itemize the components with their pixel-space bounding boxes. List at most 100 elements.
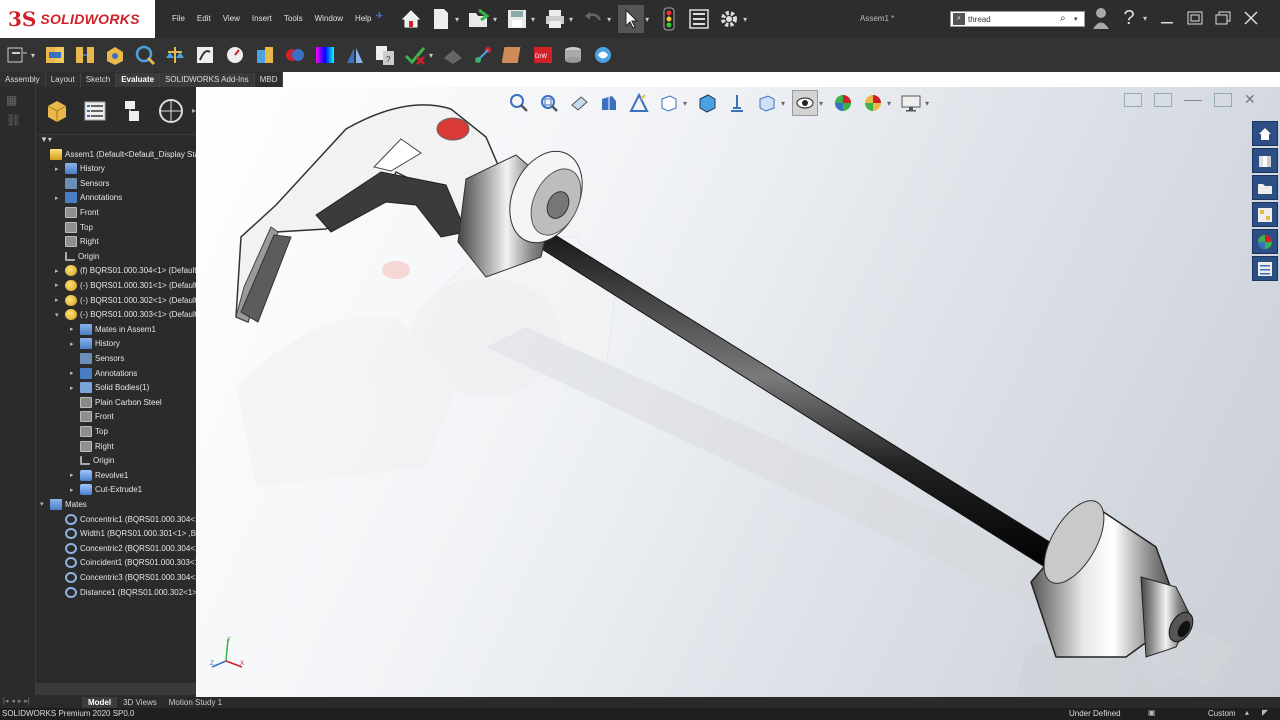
open-dropdown-icon[interactable]: ▾	[493, 15, 497, 24]
tab-model[interactable]: Model	[82, 697, 118, 708]
tree-node[interactable]: Assem1 (Default<Default_Display State-	[40, 147, 208, 161]
open-document-icon[interactable]	[466, 5, 492, 33]
symmetry-check-icon[interactable]	[342, 41, 368, 69]
expand-arrow-icon[interactable]: ▸	[70, 369, 80, 377]
file-properties-icon[interactable]	[686, 5, 712, 33]
tree-node[interactable]: Concentric2 (BQRS01.000.304<1	[55, 541, 199, 555]
undo-icon[interactable]	[580, 5, 606, 33]
tree-node[interactable]: ▸ (f) BQRS01.000.304<1> (Default<<D	[55, 264, 212, 278]
tab-assembly[interactable]: Assembly	[0, 73, 46, 87]
edit-appearance-icon[interactable]	[754, 90, 780, 116]
tile-windows-icon[interactable]	[1212, 6, 1234, 30]
tab-solidworks-add-ins[interactable]: SOLIDWORKS Add-Ins	[160, 73, 255, 87]
select-cursor-icon[interactable]	[618, 5, 645, 33]
clearance-verification-icon[interactable]	[72, 41, 98, 69]
tree-node[interactable]: ▸ History	[70, 337, 120, 351]
tree-node[interactable]: ▸ (-) BQRS01.000.301<1> (Default<<D	[55, 278, 212, 292]
new-dropdown-icon[interactable]: ▾	[455, 15, 459, 24]
prev-tab-icon[interactable]: ◂	[11, 697, 15, 708]
tree-node[interactable]: Front	[55, 205, 99, 219]
tree-node[interactable]: ▾ Mates	[40, 497, 87, 511]
expand-arrow-icon[interactable]: ▸	[55, 267, 65, 275]
search-input[interactable]	[965, 12, 1060, 26]
tree-filter-icon[interactable]: ▼▾	[36, 135, 196, 147]
tree-node[interactable]: Right	[55, 235, 99, 249]
status-units[interactable]: Custom	[1208, 709, 1236, 718]
dimxpert-tab-icon[interactable]	[154, 94, 188, 128]
menu-tools[interactable]: Tools	[278, 12, 309, 25]
hide-show-items-icon[interactable]	[724, 90, 750, 116]
tree-node[interactable]: Coincident1 (BQRS01.000.303<1	[55, 556, 199, 570]
zoom-to-area-icon[interactable]	[536, 90, 562, 116]
display-style-icon[interactable]	[694, 90, 720, 116]
first-tab-icon[interactable]: |◂	[3, 697, 8, 708]
minimize-icon[interactable]	[1156, 6, 1178, 30]
monitor-display-icon[interactable]	[898, 90, 924, 116]
select-dropdown-icon[interactable]: ▾	[645, 15, 649, 24]
expand-arrow-icon[interactable]: ▸	[70, 486, 80, 494]
expand-arrow-icon[interactable]: ▸	[55, 194, 65, 202]
section-view-icon[interactable]	[596, 90, 622, 116]
eye-dropdown-icon[interactable]: ▾	[819, 99, 823, 108]
monitor-dropdown-icon[interactable]: ▾	[925, 99, 929, 108]
expand-arrow-icon[interactable]: ▸	[55, 296, 65, 304]
tab-evaluate[interactable]: Evaluate	[116, 73, 161, 87]
compare-documents-icon[interactable]: ?	[372, 41, 398, 69]
solidworks-logo[interactable]: 3S SOLIDWORKS	[0, 0, 155, 38]
view-orientation-dropdown-icon[interactable]: ▾	[683, 99, 687, 108]
menu-edit[interactable]: Edit	[191, 12, 217, 25]
tab-motion-study-1[interactable]: Motion Study 1	[163, 697, 228, 708]
drawworks-icon[interactable]: DrW	[530, 41, 556, 69]
interference-detection-icon[interactable]	[42, 41, 68, 69]
simulation-xpress-icon[interactable]	[470, 41, 496, 69]
file-explorer-icon[interactable]	[1252, 175, 1278, 200]
apply-scene-icon[interactable]	[830, 90, 856, 116]
tree-node[interactable]: ▾ (-) BQRS01.000.303<1> (Default<<D	[55, 308, 212, 322]
graphics-area[interactable]: ▾ ▾ ▾ ▾ ▾ ✕ Y X Z	[196, 87, 1280, 697]
user-account-icon[interactable]	[1090, 6, 1112, 30]
menu-file[interactable]: File	[166, 12, 191, 25]
performance-evaluation-icon[interactable]	[222, 41, 248, 69]
tree-node[interactable]: Concentric1 (BQRS01.000.304<1	[55, 512, 199, 526]
tab-scroll-arrows[interactable]: |◂ ◂ ▸ ▸|	[0, 697, 82, 708]
rebuild-traffic-light-icon[interactable]	[656, 5, 682, 33]
check-dropdown-icon[interactable]: ▾	[429, 51, 433, 60]
tree-node[interactable]: Origin	[55, 249, 99, 263]
dynamic-annotation-views-icon[interactable]	[626, 90, 652, 116]
pin-menu-icon[interactable]: ✈	[375, 11, 383, 22]
tree-node[interactable]: ▸ Revolve1	[70, 468, 128, 482]
zebra-stripes-icon[interactable]	[312, 41, 338, 69]
print-dropdown-icon[interactable]: ▾	[569, 15, 573, 24]
new-document-icon[interactable]	[428, 5, 454, 33]
hole-alignment-icon[interactable]	[102, 41, 128, 69]
view-orientation-icon[interactable]	[656, 90, 682, 116]
save-dropdown-icon[interactable]: ▾	[531, 15, 535, 24]
viewport-minimize-icon[interactable]	[1184, 93, 1202, 101]
options-dropdown-icon[interactable]: ▾	[743, 15, 747, 24]
restore-icon[interactable]	[1184, 6, 1206, 30]
tree-node[interactable]: ▸ Annotations	[55, 191, 122, 205]
close-icon[interactable]	[1240, 6, 1262, 30]
display-dropdown-icon[interactable]: ▾	[781, 99, 785, 108]
tab-mbd[interactable]: MBD	[255, 73, 284, 87]
tree-node[interactable]: Sensors	[70, 351, 124, 365]
status-expand-icon[interactable]: ◤	[1262, 708, 1268, 717]
sustainability-icon[interactable]	[590, 41, 616, 69]
expand-arrow-icon[interactable]: ▾	[40, 500, 50, 508]
scene-dropdown-icon[interactable]: ▾	[887, 99, 891, 108]
tree-node[interactable]: Plain Carbon Steel	[70, 395, 162, 409]
menu-insert[interactable]: Insert	[246, 12, 278, 25]
home-icon[interactable]	[398, 5, 424, 33]
units-dropdown-icon[interactable]: ▴	[1245, 708, 1249, 717]
tab-3d-views[interactable]: 3D Views	[117, 697, 163, 708]
expand-arrow-icon[interactable]: ▸	[70, 384, 80, 392]
tree-node[interactable]: ▸ History	[55, 162, 105, 176]
menu-view[interactable]: View	[217, 12, 246, 25]
tab-sketch[interactable]: Sketch	[81, 73, 117, 87]
help-dropdown-icon[interactable]: ▾	[1143, 14, 1147, 23]
previous-view-icon[interactable]	[566, 90, 592, 116]
view-palette-icon[interactable]	[1252, 202, 1278, 227]
search-scope-icon[interactable]: ⌕	[953, 13, 965, 25]
viewport-split-right-icon[interactable]	[1154, 93, 1172, 107]
design-library-icon[interactable]	[1252, 148, 1278, 173]
